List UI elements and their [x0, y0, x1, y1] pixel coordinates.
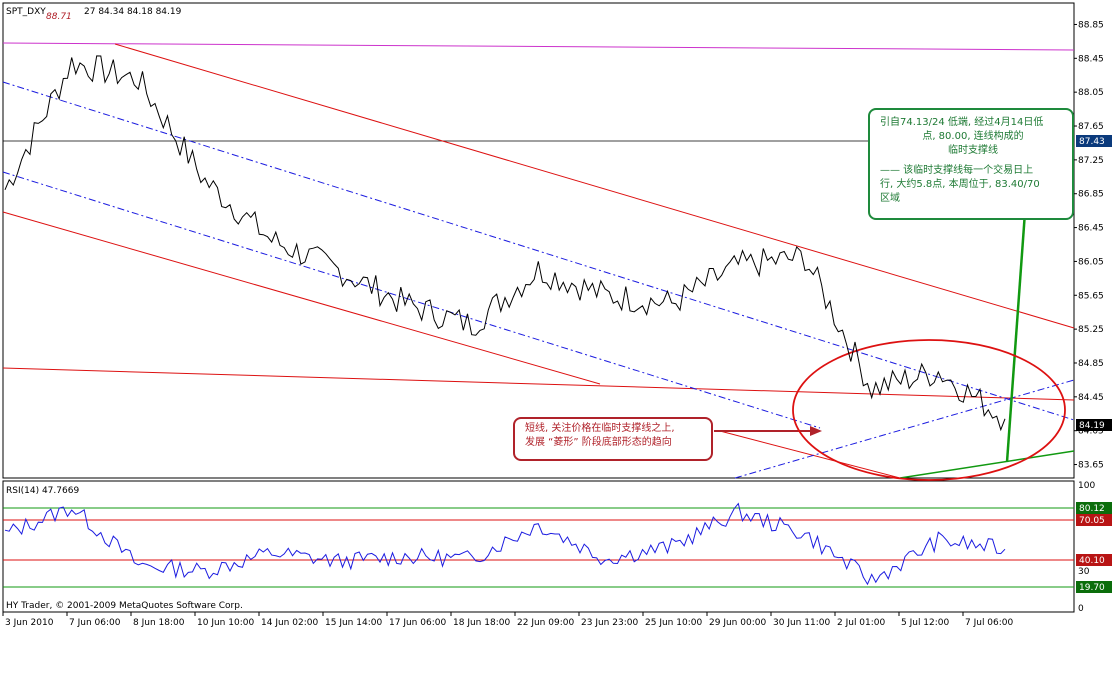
time-tick-label: 29 Jun 00:00 [709, 618, 766, 628]
price-tick-label: 83.65 [1078, 461, 1104, 471]
marker-price: 87.43 [1079, 137, 1105, 147]
price-tick-label: 84.45 [1078, 393, 1104, 403]
price-tick-label: 88.05 [1078, 88, 1104, 98]
time-tick-label: 15 Jun 14:00 [325, 618, 382, 628]
price-tick-label: 85.25 [1078, 325, 1104, 335]
price-axis: 88.85 88.45 88.05 87.65 87.25 86.85 86.45 86.05… [1074, 20, 1104, 471]
price-tick-label: 87.65 [1078, 122, 1104, 132]
annotation-left-line-1: 短线, 关注价格在临时支撑线之上, [525, 423, 675, 434]
ohlc-label: 27 84.34 84.18 84.19 [84, 7, 182, 17]
time-tick-label: 2 Jul 01:00 [837, 618, 886, 628]
rsi-title: RSI(14) 47.7669 [6, 486, 79, 496]
copyright: HY Trader, © 2001-2009 MetaQuotes Softwa… [6, 601, 243, 611]
annotation-right-line-4: —— 该临时支撑线每一个交易日上 [880, 165, 1034, 176]
rsi-tick-label: 100 [1078, 481, 1095, 491]
price-chart: SPT_DXY 27 84.34 84.18 84.19 88.71 RSI(1… [2, 2, 1112, 628]
current-price: 84.19 [1079, 421, 1105, 431]
annotation-left-line-2: 发展 “菱形” 阶段底部形态的趋向 [525, 437, 672, 448]
annotation-right-line-6: 区域 [880, 193, 900, 204]
annotation-right-line-5: 行, 大约5.8点, 本周位于, 83.40/70 [880, 179, 1040, 190]
annotation-right-line-3: 临时支撑线 [948, 145, 998, 156]
price-tick-label: 86.45 [1078, 224, 1104, 234]
time-tick-label: 22 Jun 09:00 [517, 618, 574, 628]
rsi-marker-20-text: 19.70 [1079, 583, 1105, 593]
time-tick-label: 17 Jun 06:00 [389, 618, 446, 628]
price-tick-label: 87.25 [1078, 156, 1104, 166]
annotation-left: 短线, 关注价格在临时支撑线之上, 发展 “菱形” 阶段底部形态的趋向 [513, 417, 713, 461]
price-tick-label: 86.85 [1078, 190, 1104, 200]
rsi-axis: 10070300 [1078, 481, 1095, 614]
time-tick-label: 30 Jun 11:00 [773, 618, 830, 628]
price-pane [2, 2, 1075, 479]
rsi-marker-70-text: 70.05 [1079, 516, 1105, 526]
rsi-tick-label: 0 [1078, 604, 1084, 614]
annotation-right: 引自74.13/24 低端, 经过4月14日低 点, 80.00, 连线构成的 … [868, 108, 1074, 220]
annotation-right-line-1: 引自74.13/24 低端, 经过4月14日低 [880, 117, 1044, 128]
annotation-right-line-2: 点, 80.00, 连线构成的 [922, 131, 1024, 142]
time-tick-label: 5 Jul 12:00 [901, 618, 950, 628]
time-tick-label: 25 Jun 10:00 [645, 618, 702, 628]
time-tick-label: 8 Jun 18:00 [133, 618, 185, 628]
time-axis: 3 Jun 2010 7 Jun 06:00 8 Jun 18:00 10 Jun 1… [2, 612, 1014, 628]
time-tick-label: 7 Jul 06:00 [965, 618, 1014, 628]
time-tick-label: 14 Jun 02:00 [261, 618, 318, 628]
rsi-marker-80-text: 80.12 [1079, 504, 1105, 514]
time-tick-label: 7 Jun 06:00 [69, 618, 121, 628]
symbol-label: SPT_DXY [6, 7, 46, 17]
price-tick-label: 85.65 [1078, 291, 1104, 301]
time-tick-label: 23 Jun 23:00 [581, 618, 638, 628]
rsi-pane [2, 480, 1075, 613]
price-tick-label: 84.85 [1078, 359, 1104, 369]
high-mark: 88.71 [46, 12, 72, 22]
time-tick-label: 10 Jun 10:00 [197, 618, 254, 628]
price-tick-label: 86.05 [1078, 257, 1104, 267]
price-tick-label: 88.45 [1078, 54, 1104, 64]
rsi-tick-label: 30 [1078, 567, 1090, 577]
price-tick-label: 88.85 [1078, 20, 1104, 30]
time-tick-label: 18 Jun 18:00 [453, 618, 510, 628]
time-tick-label: 3 Jun 2010 [5, 618, 54, 628]
rsi-marker-40-text: 40.10 [1079, 556, 1105, 566]
